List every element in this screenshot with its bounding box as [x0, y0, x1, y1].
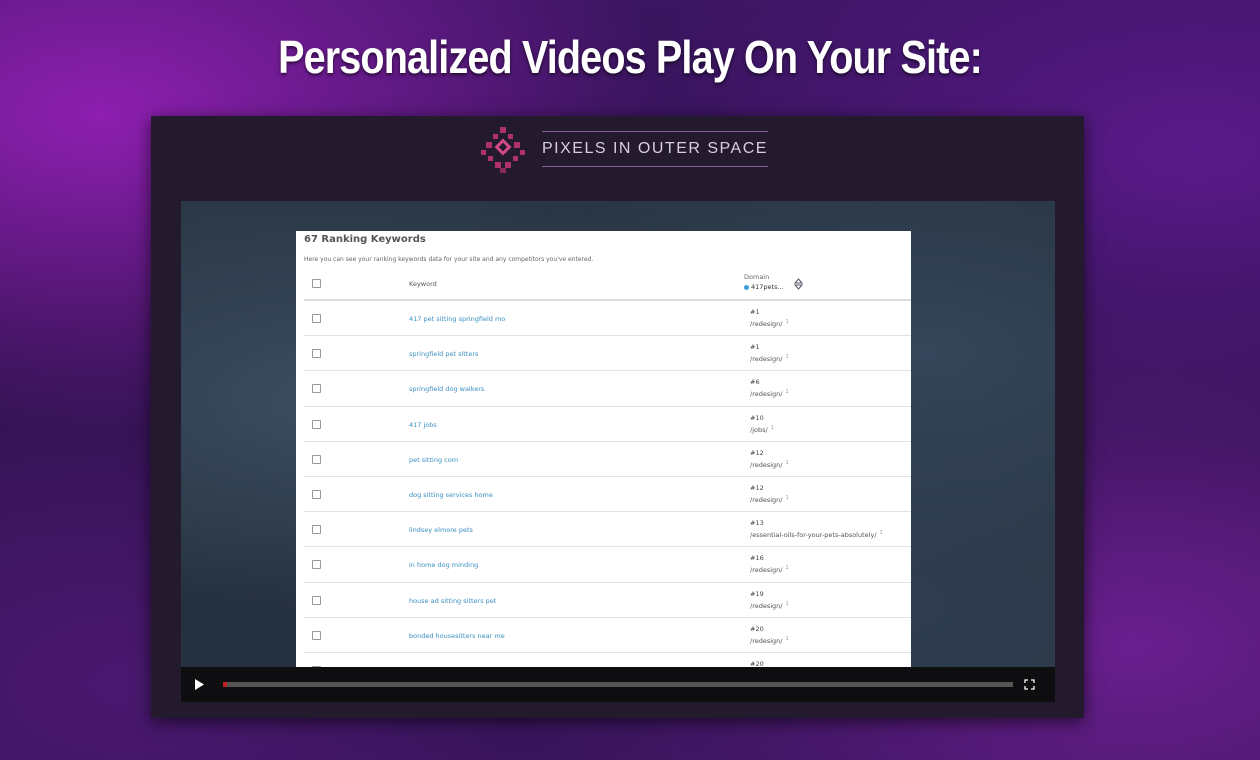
row-checkbox[interactable] [312, 419, 321, 429]
row-checkbox[interactable] [312, 489, 321, 499]
keyword-link[interactable]: 417 jobs [409, 421, 437, 429]
ranking-url[interactable]: /redesign/1 [750, 565, 789, 574]
table-row: springfield pet sitters #1/redesign/1 [304, 336, 911, 372]
link-marker: 1 [785, 389, 789, 396]
table-row: dog sitting services home #12/redesign/1 [304, 477, 911, 513]
brand-header: PIXELS IN OUTER SPACE [478, 118, 778, 180]
ranking-url[interactable]: /essential-oils-for-your-pets-absolutely… [750, 530, 883, 539]
ranking-url-text: /redesign/ [750, 320, 783, 329]
row-checkbox[interactable] [312, 349, 321, 359]
ranking-url[interactable]: /redesign/1 [750, 460, 789, 469]
table-row: bonded housesitters near me #20/redesign/… [304, 618, 911, 653]
panel-title: 67 Ranking Keywords [304, 234, 426, 245]
rank-value: #13 [750, 519, 764, 528]
keyword-link[interactable]: in home dog minding [409, 561, 478, 569]
table-row: 417 jobs #10/jobs/1 [304, 407, 911, 442]
row-checkbox[interactable] [312, 454, 321, 464]
link-marker: 1 [879, 530, 883, 537]
rank-value: #19 [750, 589, 764, 598]
table-row: in home dog minding #16/redesign/1 [304, 547, 911, 583]
link-marker: 1 [785, 354, 789, 361]
diamond-pixel-logo-icon [481, 127, 525, 173]
rank-value: #16 [750, 554, 764, 563]
keyword-link[interactable]: springfield dog walkers [409, 385, 484, 393]
select-all-checkbox[interactable] [312, 279, 321, 288]
link-marker: 1 [785, 494, 789, 501]
ranking-url-text: /redesign/ [750, 390, 783, 399]
link-marker: 1 [785, 459, 789, 466]
ranking-url-text: /redesign/ [750, 601, 783, 610]
ranking-url-text: /redesign/ [750, 566, 783, 575]
rank-value: #12 [750, 448, 764, 457]
table-header: Keyword Domain 417pets... [304, 266, 911, 301]
ranking-url[interactable]: /redesign/1 [750, 495, 789, 504]
row-checkbox[interactable] [312, 525, 321, 535]
table-row: house ad sitting sitters pet #19/redesign… [304, 583, 911, 618]
ranking-url[interactable]: /jobs/1 [750, 425, 774, 434]
table-row: pet sitting com #12/redesign/1 [304, 442, 911, 477]
keyword-link[interactable]: house ad sitting sitters pet [409, 597, 496, 605]
rank-value: #6 [750, 378, 760, 387]
panel-subtitle: Here you can see your ranking keywords d… [304, 256, 594, 263]
page-headline: Personalized Videos Play On Your Site: [278, 31, 983, 83]
keyword-link[interactable]: dog sitting services home [409, 491, 493, 499]
ranking-url-text: /redesign/ [750, 496, 783, 505]
brand-name: PIXELS IN OUTER SPACE [542, 131, 768, 167]
column-header-keyword[interactable]: Keyword [409, 280, 437, 288]
ranking-url-text: /essential-oils-for-your-pets-absolutely… [750, 531, 877, 540]
play-icon[interactable] [193, 678, 205, 691]
table-row: 417 pet sitting springfield mo #1/redesig… [304, 301, 911, 337]
player-controls [181, 667, 1055, 702]
column-header-domain[interactable]: Domain [744, 273, 769, 281]
domain-selector[interactable]: 417pets... [744, 283, 784, 291]
row-checkbox[interactable] [312, 314, 321, 323]
sort-icon[interactable] [794, 278, 803, 290]
keyword-link[interactable]: lindsey elmore pets [409, 526, 473, 534]
link-marker: 1 [785, 565, 789, 572]
ranking-url-text: /redesign/ [750, 355, 783, 364]
table-row: lindsey elmore pets #13/essential-oils-fo… [304, 512, 911, 548]
video-player[interactable]: 67 Ranking Keywords Here you can see you… [181, 201, 1055, 702]
row-checkbox[interactable] [312, 630, 321, 640]
progress-fill [223, 682, 227, 687]
ranking-url-text: /redesign/ [750, 636, 783, 645]
rank-value: #10 [750, 413, 764, 422]
table-row: springfield dog walkers #6/redesign/1 [304, 371, 911, 407]
ranking-url[interactable]: /redesign/1 [750, 319, 789, 328]
keyword-link[interactable]: 417 pet sitting springfield mo [409, 315, 505, 323]
row-checkbox[interactable] [312, 595, 321, 605]
rank-value: #12 [750, 483, 764, 492]
rank-value: #20 [750, 624, 764, 633]
ranking-url[interactable]: /redesign/1 [750, 601, 789, 610]
keyword-link[interactable]: springfield pet sitters [409, 350, 478, 358]
rank-value: #1 [750, 308, 760, 316]
keyword-link[interactable]: pet sitting com [409, 456, 458, 464]
link-marker: 1 [785, 635, 789, 642]
ranking-url-text: /jobs/ [750, 425, 768, 434]
keyword-link[interactable]: bonded housesitters near me [409, 632, 505, 640]
ranking-url[interactable]: /redesign/1 [750, 389, 789, 398]
ranking-keywords-panel: 67 Ranking Keywords Here you can see you… [296, 231, 911, 671]
fullscreen-icon[interactable] [1024, 679, 1035, 690]
ranking-url[interactable]: /redesign/1 [750, 354, 789, 363]
keywords-table: Keyword Domain 417pets... 417 pet sittin… [304, 266, 911, 671]
domain-dot-icon [744, 284, 749, 290]
rank-value: #1 [750, 343, 760, 352]
video-frame: PIXELS IN OUTER SPACE 67 Ranking Keyword… [151, 116, 1084, 718]
link-marker: 1 [785, 319, 789, 325]
link-marker: 1 [770, 424, 774, 431]
progress-track[interactable] [223, 682, 1013, 687]
domain-value: 417pets... [751, 283, 784, 291]
ranking-url-text: /redesign/ [750, 460, 783, 469]
ranking-url[interactable]: /redesign/1 [750, 636, 789, 645]
row-checkbox[interactable] [312, 560, 321, 570]
row-checkbox[interactable] [312, 384, 321, 394]
link-marker: 1 [785, 600, 789, 607]
